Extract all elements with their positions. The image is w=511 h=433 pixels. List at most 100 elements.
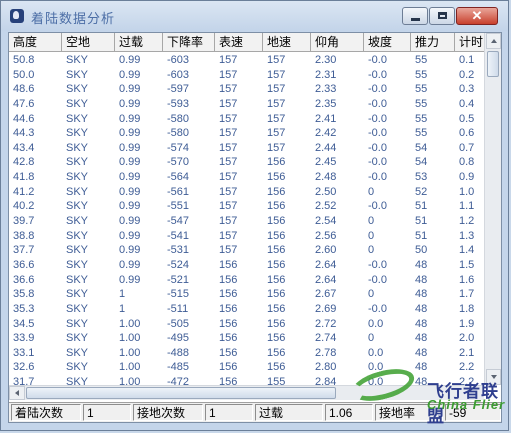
table-row[interactable]: 44.6 SKY 0.99 -580 157 157 2.41 -0.0 55 0.5 — [9, 112, 484, 127]
table-cell: 50 — [415, 244, 428, 257]
column-header[interactable]: 地速 — [263, 33, 311, 52]
table-cell: 0.99 — [119, 185, 141, 198]
horizontal-scroll-thumb[interactable] — [26, 387, 336, 399]
table-cell: 55 — [415, 83, 428, 96]
table-cell: 0.99 — [119, 141, 141, 154]
arrow-up-icon — [491, 39, 497, 43]
horizontal-scrollbar[interactable] — [9, 385, 484, 400]
table-cell: 34.5 — [13, 317, 35, 330]
minimize-icon — [411, 18, 420, 21]
table-row[interactable]: 35.3 SKY 1 -511 156 156 2.69 -0.0 48 1.8 — [9, 302, 484, 317]
vertical-scrollbar[interactable] — [484, 33, 501, 385]
table-cell: 48 — [415, 361, 428, 374]
table-row[interactable]: 44.3 SKY 0.99 -580 157 157 2.42 -0.0 55 0.6 — [9, 126, 484, 141]
column-header[interactable]: 空地 — [62, 33, 115, 52]
table-cell: 53 — [415, 171, 428, 184]
column-header[interactable]: 坡度 — [364, 33, 411, 52]
table-row[interactable]: 39.7 SKY 0.99 -547 157 156 2.54 0 51 1.2 — [9, 214, 484, 229]
table-cell: 2.52 — [315, 200, 337, 213]
table-cell: 156 — [267, 185, 286, 198]
table-cell: 1.00 — [119, 361, 141, 374]
table-cell: 35.8 — [13, 288, 35, 301]
table-cell: SKY — [66, 68, 89, 81]
table-cell: 51 — [415, 215, 428, 228]
table-row[interactable]: 38.8 SKY 0.99 -541 157 156 2.56 0 51 1.3 — [9, 229, 484, 244]
table-row[interactable]: 33.1 SKY 1.00 -488 156 156 2.78 0.0 48 2.1 — [9, 346, 484, 361]
table-cell: -524 — [167, 258, 190, 271]
table-cell: 156 — [219, 288, 238, 301]
table-cell: SKY — [66, 112, 89, 125]
table-cell: 48 — [415, 332, 428, 345]
table-cell: -547 — [167, 215, 190, 228]
table-cell: 1.1 — [459, 200, 475, 213]
table-row[interactable]: 50.0 SKY 0.99 -603 157 157 2.31 -0.0 55 0.2 — [9, 68, 484, 83]
table-cell: 2.64 — [315, 273, 337, 286]
table-cell: 157 — [219, 200, 238, 213]
title-bar[interactable]: 着陆数据分析 ✕ — [1, 1, 508, 31]
table-row[interactable]: 40.2 SKY 0.99 -551 157 156 2.52 -0.0 51 1.1 — [9, 199, 484, 214]
table-cell: 2.2 — [459, 361, 475, 374]
table-cell: SKY — [66, 244, 89, 257]
table-cell: SKY — [66, 288, 89, 301]
close-button[interactable]: ✕ — [456, 7, 498, 25]
table-row[interactable]: 34.5 SKY 1.00 -505 156 156 2.72 0.0 48 1.9 — [9, 317, 484, 332]
table-row[interactable]: 32.6 SKY 1.00 -485 156 156 2.80 0.0 48 2.2 — [9, 360, 484, 375]
table-cell: 1 — [119, 302, 126, 315]
ground-contact-value: 1 — [205, 404, 253, 421]
table-cell: SKY — [66, 332, 89, 345]
column-header[interactable]: 计时 — [455, 33, 484, 52]
table-cell: 48 — [415, 273, 428, 286]
table-row[interactable]: 48.6 SKY 0.99 -597 157 157 2.33 -0.0 55 0.3 — [9, 82, 484, 97]
table-cell: 0 — [368, 288, 375, 301]
scroll-down-button[interactable] — [486, 369, 501, 385]
table-row[interactable]: 33.9 SKY 1.00 -495 156 156 2.74 0 48 2.0 — [9, 331, 484, 346]
app-icon — [10, 9, 24, 23]
column-header[interactable]: 推力 — [411, 33, 455, 52]
table-cell: 0.0 — [368, 346, 384, 359]
table-cell: -551 — [167, 200, 190, 213]
table-row[interactable]: 47.6 SKY 0.99 -593 157 157 2.35 -0.0 55 0.4 — [9, 97, 484, 112]
table-cell: 48 — [415, 258, 428, 271]
table-cell: 50.8 — [13, 54, 35, 66]
table-cell: 1.2 — [459, 215, 475, 228]
vertical-scroll-thumb[interactable] — [487, 51, 499, 77]
column-header[interactable]: 过载 — [115, 33, 163, 52]
table-cell: 48 — [415, 302, 428, 315]
table-cell: 157 — [219, 141, 238, 154]
landing-data-table[interactable]: 高度 空地 过载 下降率 表速 地速 仰角 坡度 推力 计时 50.8 SKY 0.99 -603 157… — [9, 33, 484, 387]
table-cell: 0.99 — [119, 258, 141, 271]
table-cell: 157 — [267, 83, 286, 96]
column-header[interactable]: 下降率 — [163, 33, 215, 52]
table-cell: -0.0 — [368, 141, 387, 154]
table-cell: 156 — [267, 171, 286, 184]
table-cell: 0.0 — [368, 361, 384, 374]
table-cell: 50.0 — [13, 68, 35, 81]
column-header[interactable]: 表速 — [215, 33, 263, 52]
touchdown-rate-value: -59 — [445, 404, 501, 421]
table-cell: 38.8 — [13, 229, 35, 242]
maximize-button[interactable] — [429, 7, 455, 25]
table-cell: 54 — [415, 141, 428, 154]
table-cell: 1.6 — [459, 273, 475, 286]
scroll-up-button[interactable] — [486, 33, 501, 49]
table-cell: SKY — [66, 302, 89, 315]
table-row[interactable]: 50.8 SKY 0.99 -603 157 157 2.30 -0.0 55 0.1 — [9, 53, 484, 68]
column-header[interactable]: 仰角 — [311, 33, 364, 52]
table-row[interactable]: 37.7 SKY 0.99 -531 157 156 2.60 0 50 1.4 — [9, 243, 484, 258]
table-row[interactable]: 36.6 SKY 0.99 -521 156 156 2.64 -0.0 48 1.6 — [9, 273, 484, 288]
table-row[interactable]: 43.4 SKY 0.99 -574 157 157 2.44 -0.0 54 0.7 — [9, 141, 484, 156]
table-cell: 42.8 — [13, 156, 35, 169]
column-header[interactable]: 高度 — [9, 33, 62, 52]
status-bar: 着陆次数 1 接地次数 1 过载 1.06 接地率 -59 — [9, 402, 501, 422]
table-cell: 2.45 — [315, 156, 337, 169]
table-row[interactable]: 36.6 SKY 0.99 -524 156 156 2.64 -0.0 48 1.5 — [9, 258, 484, 273]
table-row[interactable]: 42.8 SKY 0.99 -570 157 156 2.45 -0.0 54 0.8 — [9, 155, 484, 170]
table-row[interactable]: 41.2 SKY 0.99 -561 157 156 2.50 0 52 1.0 — [9, 185, 484, 200]
table-cell: 0.99 — [119, 54, 141, 66]
table-cell: 156 — [267, 273, 286, 286]
table-row[interactable]: 41.8 SKY 0.99 -564 157 156 2.48 -0.0 53 0.9 — [9, 170, 484, 185]
table-row[interactable]: 35.8 SKY 1 -515 156 156 2.67 0 48 1.7 — [9, 287, 484, 302]
scroll-left-button[interactable] — [9, 386, 25, 400]
table-cell: -564 — [167, 171, 190, 184]
minimize-button[interactable] — [402, 7, 428, 25]
